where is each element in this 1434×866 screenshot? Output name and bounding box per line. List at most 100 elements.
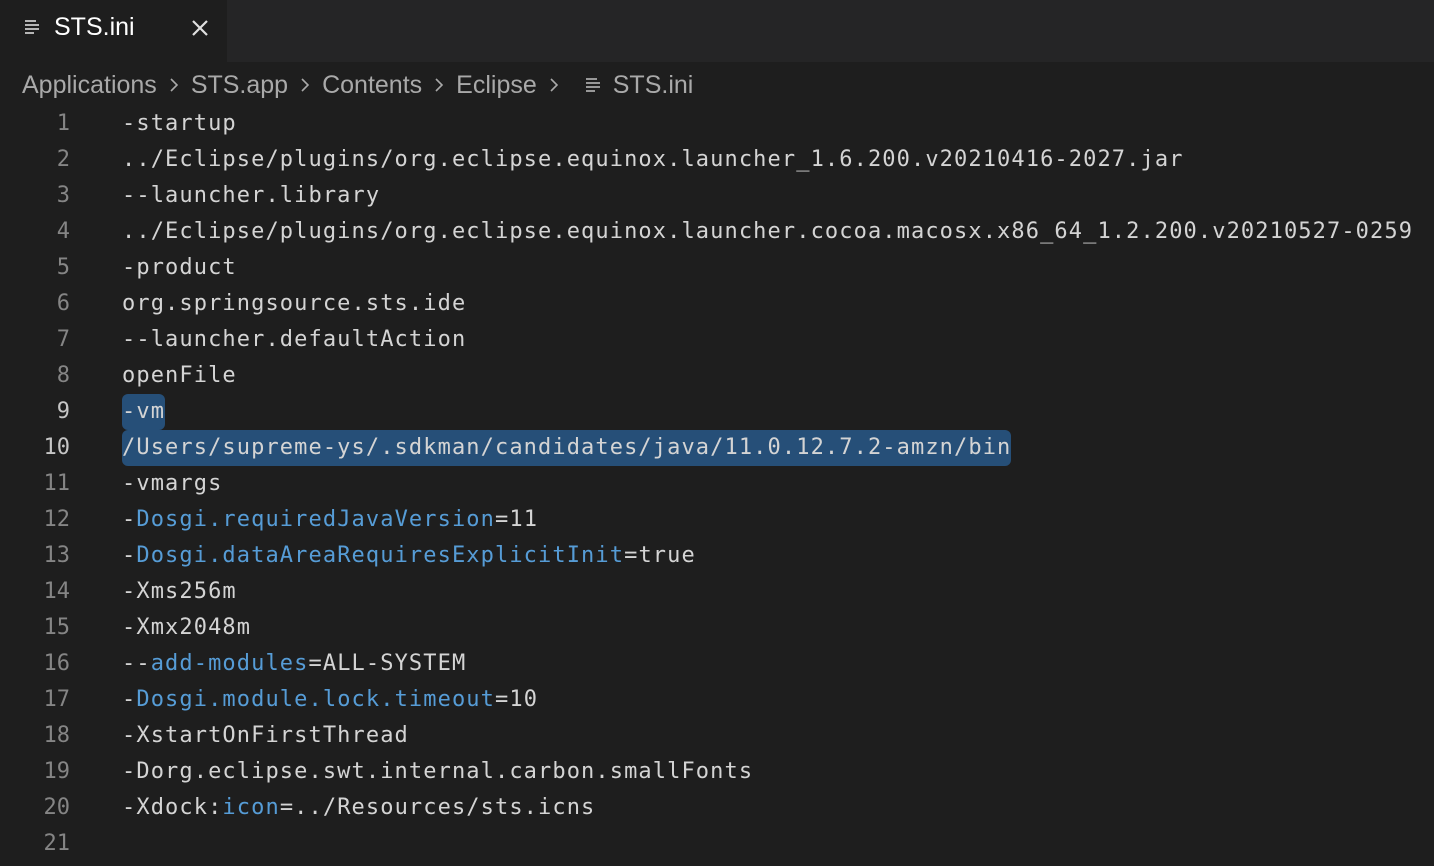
code-line[interactable]: 8 openFile bbox=[0, 358, 1434, 394]
ini-text-token: - bbox=[122, 687, 137, 712]
line-number: 6 bbox=[56, 291, 70, 316]
close-icon[interactable] bbox=[186, 14, 214, 42]
breadcrumb-file[interactable]: STS.ini bbox=[613, 71, 694, 100]
file-lines-icon bbox=[25, 20, 39, 34]
code-line-text: -XstartOnFirstThread bbox=[122, 718, 409, 754]
line-number: 1 bbox=[56, 111, 70, 136]
ini-text-token: openFile bbox=[122, 363, 237, 388]
ini-text-token: -vmargs bbox=[122, 471, 223, 496]
code-line-text: -Xms256m bbox=[122, 574, 237, 610]
line-number: 2 bbox=[56, 147, 70, 172]
code-line-text: openFile bbox=[122, 358, 237, 394]
breadcrumb-eclipse[interactable]: Eclipse bbox=[456, 71, 537, 100]
line-number: 17 bbox=[43, 687, 71, 712]
line-number: 10 bbox=[43, 435, 71, 460]
code-line-text: ../Eclipse/plugins/org.eclipse.equinox.l… bbox=[122, 214, 1413, 250]
code-line[interactable]: 13 -Dosgi.dataAreaRequiresExplicitInit=tr… bbox=[0, 538, 1434, 574]
code-editor[interactable]: 1 -startup 2 ../Eclipse/plugins/org.eclipse… bbox=[0, 106, 1434, 866]
ini-text-token: /Users/supreme-ys/.sdkman/candidates/jav… bbox=[122, 435, 1012, 460]
code-line-text: --launcher.library bbox=[122, 178, 380, 214]
editor-tab-bar: STS.ini bbox=[0, 0, 1434, 62]
ini-text-token: -Dorg.eclipse.swt.internal.carbon.smallF… bbox=[122, 759, 754, 784]
code-line-text: --launcher.defaultAction bbox=[122, 322, 466, 358]
tab-sts-ini[interactable]: STS.ini bbox=[0, 0, 227, 62]
tab-label: STS.ini bbox=[54, 13, 135, 41]
code-line[interactable]: 15 -Xmx2048m bbox=[0, 610, 1434, 646]
code-line-text: -Dosgi.dataAreaRequiresExplicitInit=true bbox=[122, 538, 696, 574]
line-number: 4 bbox=[56, 219, 70, 244]
line-number: 19 bbox=[43, 759, 71, 784]
code-line[interactable]: 20 -Xdock:icon=../Resources/sts.icns bbox=[0, 790, 1434, 826]
ini-text-token: -startup bbox=[122, 111, 237, 136]
ini-text-token: =11 bbox=[495, 507, 539, 532]
code-line[interactable]: 2 ../Eclipse/plugins/org.eclipse.equinox.… bbox=[0, 142, 1434, 178]
code-line-text: org.springsource.sts.ide bbox=[122, 286, 466, 322]
code-line[interactable]: 19 -Dorg.eclipse.swt.internal.carbon.smal… bbox=[0, 754, 1434, 790]
ini-text-token: =ALL-SYSTEM bbox=[308, 651, 467, 676]
breadcrumb-contents[interactable]: Contents bbox=[322, 71, 422, 100]
code-line-text: -vmargs bbox=[122, 466, 222, 502]
code-line[interactable]: 17 -Dosgi.module.lock.timeout=10 bbox=[0, 682, 1434, 718]
breadcrumb-applications[interactable]: Applications bbox=[22, 71, 157, 100]
ini-text-token: - bbox=[122, 507, 137, 532]
ini-text-token: -product bbox=[122, 255, 237, 280]
code-line-text: --add-modules=ALL-SYSTEM bbox=[122, 646, 466, 682]
code-line-text: -vm bbox=[122, 394, 165, 430]
code-line[interactable]: 5 -product bbox=[0, 250, 1434, 286]
line-number: 16 bbox=[43, 651, 71, 676]
code-line-text: -Dorg.eclipse.swt.internal.carbon.smallF… bbox=[122, 754, 753, 790]
line-number: 9 bbox=[56, 399, 70, 424]
ini-text-token: =true bbox=[624, 543, 696, 568]
ini-key-token: add-modules bbox=[150, 651, 309, 676]
ini-text-token: -Xmx2048m bbox=[122, 615, 252, 640]
code-line-text: -Dosgi.module.lock.timeout=10 bbox=[122, 682, 538, 718]
chevron-right-icon bbox=[435, 78, 444, 92]
code-line[interactable]: 14 -Xms256m bbox=[0, 574, 1434, 610]
ini-text-token: -- bbox=[122, 651, 151, 676]
code-line-text: -startup bbox=[122, 106, 237, 142]
code-line-text: -Dosgi.requiredJavaVersion=11 bbox=[122, 502, 538, 538]
line-number: 11 bbox=[43, 471, 71, 496]
ini-key-token: icon bbox=[222, 795, 280, 820]
line-number: 20 bbox=[43, 795, 71, 820]
code-line[interactable]: 1 -startup bbox=[0, 106, 1434, 142]
line-number: 8 bbox=[56, 363, 70, 388]
code-line[interactable]: 10/Users/supreme-ys/.sdkman/candidates/j… bbox=[0, 430, 1434, 466]
chevron-right-icon bbox=[550, 78, 558, 92]
chevron-right-icon bbox=[170, 78, 178, 92]
line-number: 14 bbox=[43, 579, 71, 604]
ini-text-token: org.springsource.sts.ide bbox=[122, 291, 467, 316]
ini-text-token: -vm bbox=[122, 399, 166, 424]
code-line-text: ../Eclipse/plugins/org.eclipse.equinox.l… bbox=[122, 142, 1184, 178]
ini-key-token: Dosgi.requiredJavaVersion bbox=[136, 507, 495, 532]
code-line[interactable]: 11 -vmargs bbox=[0, 466, 1434, 502]
ini-text-token: --launcher.defaultAction bbox=[122, 327, 467, 352]
code-line[interactable]: 7 --launcher.defaultAction bbox=[0, 322, 1434, 358]
code-line[interactable]: 12 -Dosgi.requiredJavaVersion=11 bbox=[0, 502, 1434, 538]
code-line[interactable]: 21 bbox=[0, 826, 1434, 862]
code-line[interactable]: 6 org.springsource.sts.ide bbox=[0, 286, 1434, 322]
line-number: 18 bbox=[43, 723, 71, 748]
chevron-right-icon bbox=[301, 78, 310, 92]
code-line[interactable]: 3 --launcher.library bbox=[0, 178, 1434, 214]
line-number: 5 bbox=[56, 255, 70, 280]
ini-key-token: Dosgi.module.lock.timeout bbox=[136, 687, 495, 712]
line-number: 12 bbox=[43, 507, 71, 532]
line-number: 3 bbox=[56, 183, 70, 208]
code-line[interactable]: 18 -XstartOnFirstThread bbox=[0, 718, 1434, 754]
breadcrumb-sts-app[interactable]: STS.app bbox=[191, 71, 288, 100]
line-number: 15 bbox=[43, 615, 71, 640]
code-line-text: -Xdock:icon=../Resources/sts.icns bbox=[122, 790, 595, 826]
ini-text-token: --launcher.library bbox=[122, 183, 381, 208]
ini-text-token: -Xms256m bbox=[122, 579, 237, 604]
code-line[interactable]: 4 ../Eclipse/plugins/org.eclipse.equinox.… bbox=[0, 214, 1434, 250]
code-line-text: -product bbox=[122, 250, 237, 286]
ini-text-token: - bbox=[122, 543, 137, 568]
code-line[interactable]: 9 -vm bbox=[0, 394, 1434, 430]
code-line[interactable]: 16 --add-modules=ALL-SYSTEM bbox=[0, 646, 1434, 682]
ini-text-token: =10 bbox=[495, 687, 539, 712]
ini-text-token: -Xdock: bbox=[122, 795, 223, 820]
line-number: 13 bbox=[43, 543, 71, 568]
ini-text-token: -XstartOnFirstThread bbox=[122, 723, 409, 748]
line-number: 7 bbox=[56, 327, 70, 352]
